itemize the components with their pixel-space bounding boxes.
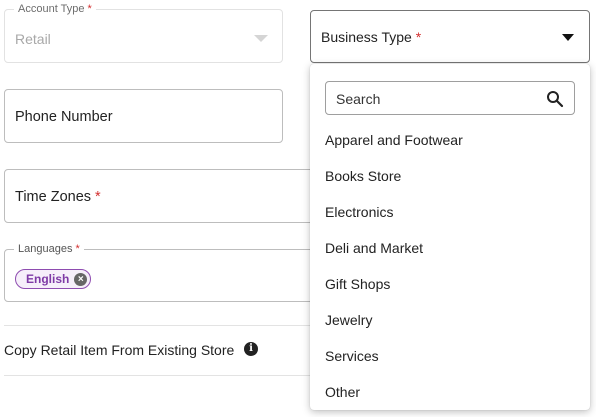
option-deli-and-market[interactable]: Deli and Market xyxy=(310,230,590,266)
option-electronics[interactable]: Electronics xyxy=(310,194,590,230)
option-gift-shops[interactable]: Gift Shops xyxy=(310,266,590,302)
languages-field[interactable]: Languages * English × xyxy=(4,243,344,302)
chevron-down-icon xyxy=(254,35,268,42)
language-chip-english[interactable]: English × xyxy=(15,269,92,289)
languages-label: Languages * xyxy=(14,243,84,255)
option-services[interactable]: Services xyxy=(310,338,590,374)
search-icon xyxy=(547,91,564,108)
option-jewelry[interactable]: Jewelry xyxy=(310,302,590,338)
close-circle-icon[interactable]: × xyxy=(74,272,88,286)
copy-retail-label: Copy Retail Item From Existing Store xyxy=(4,342,235,358)
option-other[interactable]: Other xyxy=(310,374,590,410)
caret-down-icon[interactable] xyxy=(562,34,574,41)
divider xyxy=(4,375,310,376)
account-type-value: Retail xyxy=(15,31,51,47)
business-type-select[interactable]: Business Type * xyxy=(310,10,590,63)
search-placeholder: Search xyxy=(336,91,381,107)
phone-number-label: Phone Number xyxy=(15,109,113,125)
info-icon[interactable]: i xyxy=(244,342,258,356)
business-type-label: Business Type * xyxy=(321,29,422,45)
time-zones-select[interactable]: Time Zones * xyxy=(4,169,344,223)
business-type-dropdown: Search Apparel and Footwear Books Store … xyxy=(310,64,590,410)
divider xyxy=(4,325,310,326)
time-zones-label: Time Zones * xyxy=(15,189,101,205)
option-books-store[interactable]: Books Store xyxy=(310,158,590,194)
option-apparel-and-footwear[interactable]: Apparel and Footwear xyxy=(310,122,590,158)
account-type-select: Account Type * Retail xyxy=(4,3,283,63)
phone-number-field[interactable]: Phone Number xyxy=(4,89,283,143)
search-input[interactable]: Search xyxy=(325,81,575,115)
account-type-label: Account Type * xyxy=(14,3,96,15)
chip-label: English xyxy=(26,272,70,286)
